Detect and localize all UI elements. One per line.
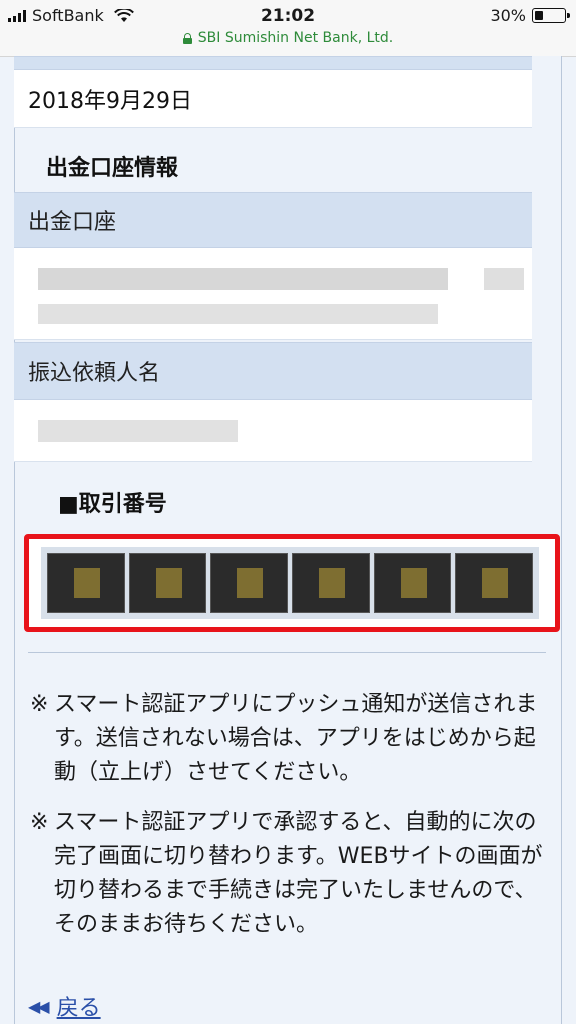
note-mark: ※ [30, 810, 49, 835]
redacted-text [38, 420, 238, 442]
status-bar: SoftBank 21:02 30% SBI Sumishin Net Bank… [0, 0, 576, 57]
double-chevron-left-icon: ◀◀ [28, 996, 50, 1016]
transaction-digit-tile [292, 553, 370, 613]
battery-icon [532, 8, 570, 23]
redacted-text [484, 268, 524, 290]
push-notification-note: ※ スマート認証アプリにプッシュ通知が送信されます。送信されない場合は、アプリを… [30, 688, 550, 790]
transaction-number-title: ■取引番号 [58, 492, 167, 517]
withdrawal-account-label: 出金口座 [14, 192, 532, 248]
battery-percent: 30% [490, 6, 526, 25]
divider [28, 652, 546, 653]
transaction-digit-tile [128, 553, 207, 613]
note-text: スマート認証アプリにプッシュ通知が送信されます。送信されない場合は、アプリをはじ… [54, 692, 538, 785]
transaction-digit-tile [455, 553, 534, 613]
transaction-number-highlight [24, 534, 560, 632]
requester-name-label: 振込依頼人名 [14, 342, 532, 400]
transaction-digit-tile [373, 553, 452, 613]
requester-name-value [14, 400, 532, 462]
lock-icon [182, 32, 192, 44]
redacted-text [38, 304, 438, 324]
redacted-text [38, 268, 448, 290]
back-link[interactable]: ◀◀ 戻る [28, 990, 101, 1022]
transaction-digit-tile [47, 553, 125, 613]
note-mark: ※ [30, 692, 49, 717]
approval-note: ※ スマート認証アプリで承認すると、自動的に次の完了画面に切り替わります。WEB… [30, 806, 550, 942]
note-text: スマート認証アプリで承認すると、自動的に次の完了画面に切り替わります。WEBサイ… [54, 810, 543, 937]
transaction-number-image [41, 547, 539, 619]
url-bar[interactable]: SBI Sumishin Net Bank, Ltd. [0, 30, 576, 46]
back-link-label: 戻る [56, 996, 101, 1021]
withdrawal-account-value [14, 248, 532, 340]
status-right: 30% [490, 6, 570, 25]
transaction-digit-tile [210, 553, 289, 613]
prev-row-header [14, 56, 532, 70]
url-text: SBI Sumishin Net Bank, Ltd. [197, 30, 394, 46]
withdrawal-section-title: 出金口座情報 [46, 156, 179, 181]
date-value: 2018年9月29日 [14, 70, 532, 128]
